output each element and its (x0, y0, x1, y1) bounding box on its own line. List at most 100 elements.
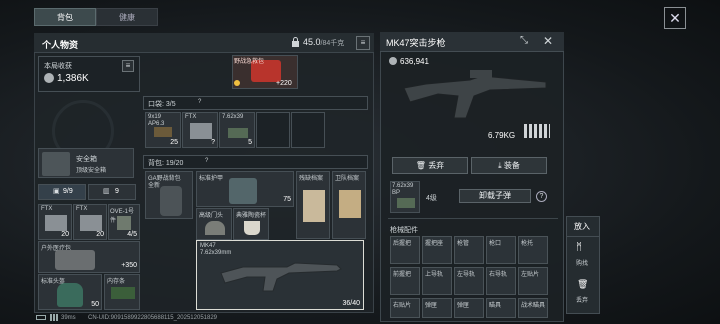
attachment-slot[interactable]: 枪管 (454, 236, 484, 264)
pocket-item-2[interactable]: FTX ? (182, 112, 218, 148)
tab-backpack[interactable]: 背包 (34, 8, 96, 26)
safe-item-1[interactable]: FTX 20 (38, 204, 72, 240)
equip-button[interactable]: ⤓ 装备 (471, 157, 547, 174)
help-icon[interactable]: ? (536, 191, 547, 202)
attachment-slot[interactable]: 前握把 (390, 267, 420, 295)
pocket-empty-1[interactable] (256, 112, 290, 148)
cap-right: 9 (115, 188, 119, 195)
ammo-name: 7.62x39 (392, 183, 414, 189)
side-discard-label: 丢弃 (576, 298, 589, 304)
weight-max: /84千克 (320, 40, 345, 47)
menu-icon[interactable]: ≡ (356, 36, 370, 50)
attachment-slot[interactable]: 上导轨 (422, 267, 452, 295)
unload-ammo-button[interactable]: 卸载子弹 (459, 189, 531, 203)
attachment-slot[interactable]: 握把座 (422, 236, 452, 264)
collapse-icon[interactable]: ⤡ (520, 35, 528, 46)
pocket-item-2-name: FTX (185, 114, 197, 120)
trash-icon: 🗑 (415, 161, 426, 170)
rifle-icon (217, 255, 347, 295)
safe-item-5[interactable]: 标准头盔 50 (38, 274, 102, 310)
mark-icon[interactable]: ᛗ (576, 242, 582, 253)
document-icon (303, 190, 325, 222)
pocket-item-1-count: 25 (170, 139, 178, 146)
close-icon[interactable]: ✕ (664, 7, 686, 29)
lock-icon (291, 37, 300, 47)
briefcase-icon: ▣ (53, 188, 60, 195)
backpack-file-2[interactable]: 卫队档案 (332, 171, 366, 239)
safe-item-3[interactable]: OVE-1号件 4/5 (108, 204, 140, 240)
safe-item-2-name: FTX (76, 206, 88, 212)
pocket-item-3[interactable]: 7.62x39 5 (219, 112, 255, 148)
safe-item-1-count: 20 (61, 231, 69, 238)
backpack-helmet-item[interactable]: 高级门头 (196, 208, 232, 240)
module-icon (117, 216, 131, 230)
list-icon[interactable]: ≡ (122, 60, 134, 72)
attachment-slot[interactable]: 枪口 (486, 236, 516, 264)
backpack-label: 背包: 19/20 (148, 160, 184, 167)
attachment-slot[interactable]: 左贴片 (518, 267, 548, 295)
cup-icon (244, 221, 260, 235)
attachment-slot[interactable]: 战术瞄具 (518, 298, 548, 318)
battery-icon (36, 315, 46, 320)
backpack-bag[interactable]: GA野战背包 全新 (145, 171, 193, 219)
ammo-slot[interactable]: 7.62x39 BP (390, 181, 420, 213)
document-icon (339, 190, 361, 218)
safe-item-4[interactable]: 户外医疗包 +350 (38, 241, 140, 273)
attachment-slot[interactable]: 右导轨 (486, 267, 516, 295)
coin-icon (389, 57, 397, 65)
safe-item-4-count: +350 (121, 262, 137, 269)
safe-item-6[interactable]: 内存条 (104, 274, 140, 310)
attachment-slot[interactable]: 枪托 (518, 236, 548, 264)
ammo-box-icon (154, 127, 172, 137)
weight-readout: 45.0/84千克 (303, 37, 344, 48)
attachment-slot[interactable]: 弹匣 (454, 298, 484, 318)
divider (388, 218, 558, 219)
file-1-name: 残缺档案 (299, 176, 324, 182)
safe-item-3-count: 4/5 (127, 231, 137, 238)
ammo-level: 4级 (426, 195, 437, 202)
grid-icon: ▥ (103, 188, 110, 195)
memory-stick-icon (111, 287, 135, 299)
top-tabs: 背包 健康 (34, 8, 158, 26)
pocket-item-1[interactable]: 9x19 AP6.3 25 (145, 112, 181, 148)
divider (566, 236, 600, 237)
help-icon[interactable]: ? (198, 99, 201, 105)
panel-title: 个人物资 (42, 40, 79, 50)
ammo-box-icon (397, 198, 415, 208)
backpack-armor[interactable]: 标准护甲 75 (196, 171, 294, 207)
grid-size-icon (524, 124, 550, 138)
pocket-item-2-count: ? (211, 139, 215, 146)
discard-button[interactable]: 🗑 丢弃 (392, 157, 468, 174)
gun-card-name: MK47 (200, 243, 216, 249)
put-in-label[interactable]: 放入 (574, 221, 590, 232)
close-panel-icon[interactable]: ✕ (543, 34, 553, 48)
tab-health[interactable]: 健康 (96, 8, 158, 26)
backpack-cup[interactable]: 典雅陶瓷杯 (233, 208, 269, 240)
ftx-icon (190, 123, 212, 139)
attachments-title: 枪械配件 (390, 227, 418, 234)
capacity-tab-left[interactable]: ▣ 9/9 (38, 184, 86, 200)
equip-label: 装备 (503, 161, 520, 170)
first-aid-tag: 野战急救包 (234, 59, 265, 65)
first-aid-count: +220 (276, 80, 292, 87)
ping: 39ms (61, 315, 76, 321)
gun-card[interactable]: MK47 7.62x39mm 36/40 (196, 240, 364, 310)
safe-item-2[interactable]: FTX 20 (73, 204, 107, 240)
hat-icon (205, 221, 225, 235)
ammo-grade: BP (392, 190, 401, 196)
bag-sub: 全新 (148, 183, 161, 189)
attachment-slot[interactable]: 右贴片 (390, 298, 420, 318)
trash-icon[interactable]: 🗑 (577, 279, 588, 290)
pocket-empty-2[interactable] (291, 112, 325, 148)
attachment-slot[interactable]: 瞄具 (486, 298, 516, 318)
backpack-file-1[interactable]: 残缺档案 (296, 171, 330, 239)
pocket-item-3-count: 5 (248, 139, 252, 146)
attachment-slot[interactable]: 左导轨 (454, 267, 484, 295)
attachment-slot[interactable]: 后握把 (390, 236, 420, 264)
haul-label: 本局收获 (44, 63, 72, 70)
attachment-slot[interactable]: 弹匣 (422, 298, 452, 318)
safe-box-label: 安全箱 (76, 156, 97, 163)
backpack-help-icon[interactable]: ? (205, 158, 208, 164)
capacity-tab-right[interactable]: ▥ 9 (88, 184, 136, 200)
gold-marker-icon (234, 80, 240, 86)
